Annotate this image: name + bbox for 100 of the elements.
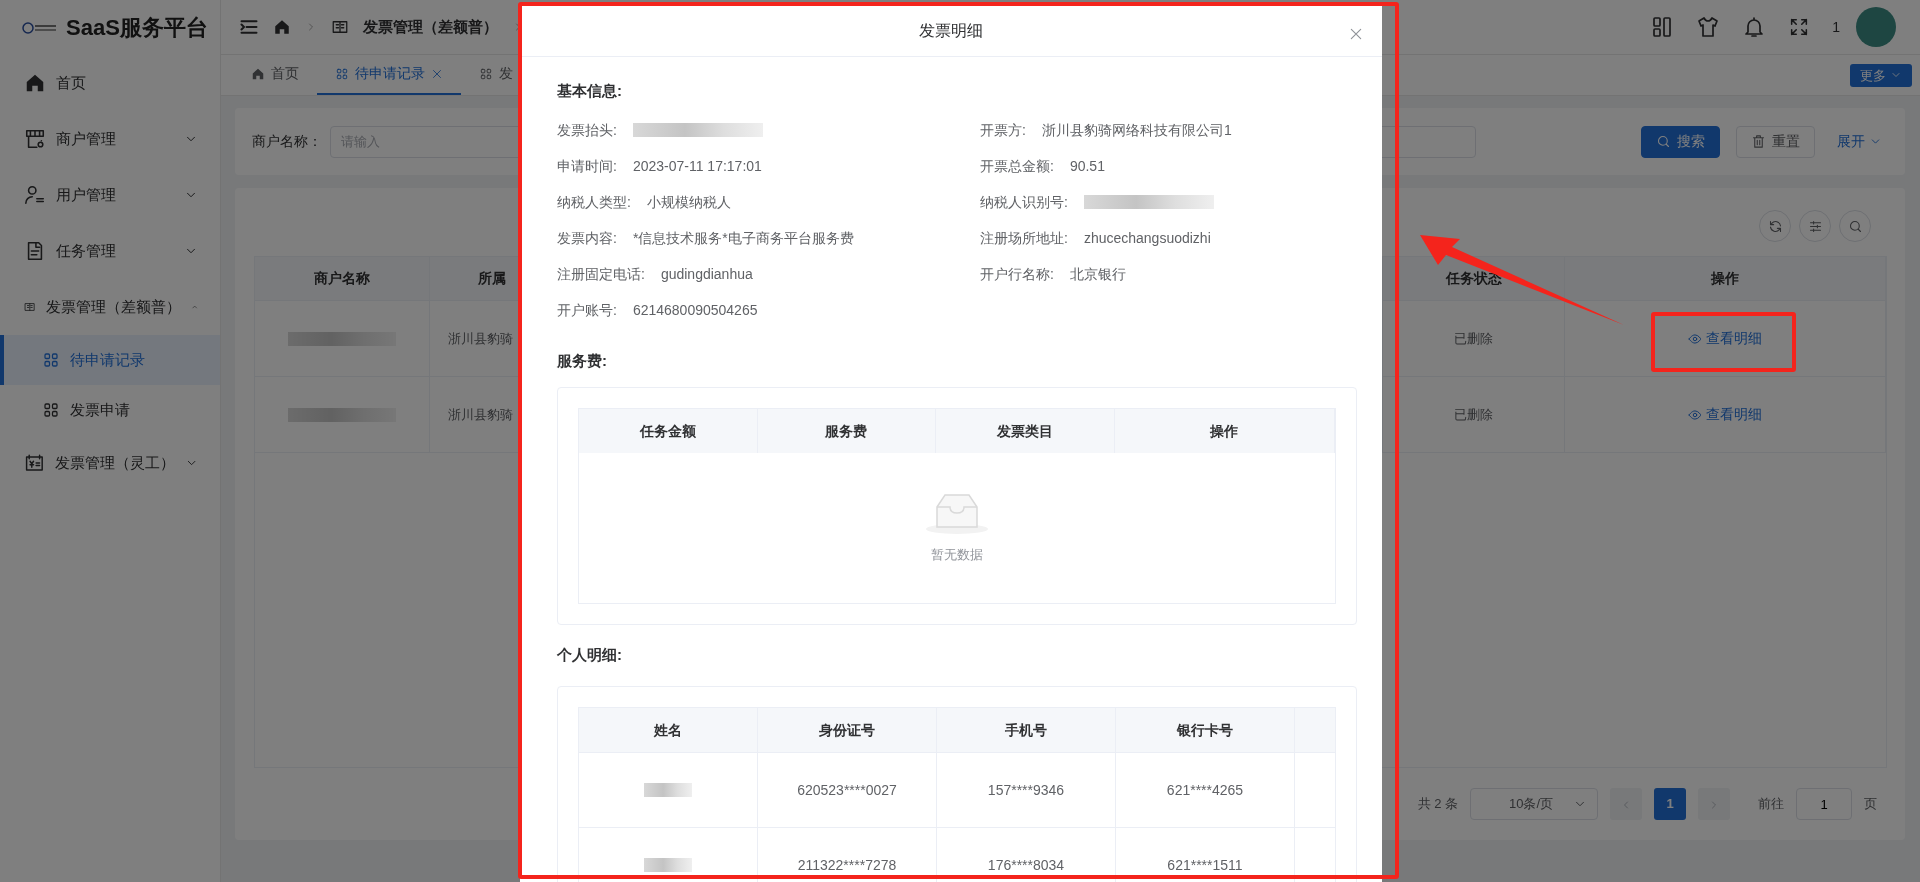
sidebar-item[interactable]: 任务管理 (0, 223, 220, 279)
table-cell-text: 已删除 (1454, 405, 1493, 424)
field-value: 90.51 (1069, 156, 1105, 176)
field-value: 2023-07-11 17:17:01 (632, 156, 762, 176)
field-label: 开户行名称: (980, 264, 1054, 284)
page-suffix: 页 (1864, 795, 1877, 814)
home-icon (24, 72, 46, 94)
user-icon (24, 184, 46, 206)
search-icon (1656, 134, 1671, 149)
shirt-icon[interactable] (1696, 15, 1721, 39)
section-heading: 基本信息: (557, 81, 623, 101)
sidebar-item[interactable]: 首页 (0, 55, 220, 111)
table-cell-text: 浙川县豹骑 (448, 405, 513, 424)
search-icon (1847, 218, 1863, 234)
field-label: 发票内容: (557, 228, 617, 248)
search-button[interactable] (1839, 210, 1871, 242)
table-cell-text: 已删除 (1454, 329, 1493, 348)
field-label: 注册场所地址: (980, 228, 1068, 248)
column-header: 服务费 (825, 421, 868, 441)
field-label: 开户账号: (557, 300, 617, 320)
table-cell-text: 176****8034 (987, 855, 1065, 875)
tab[interactable]: 发 (461, 54, 531, 95)
field-value: 浙川县豹骑网络科技有限公司1 (1041, 120, 1232, 140)
dialog-title: 发票明细 (919, 20, 983, 41)
grid-icon (42, 351, 60, 369)
field-label: 纳税人识别号: (980, 192, 1068, 212)
sidebar-item[interactable]: 发票管理（差额普） (0, 279, 220, 335)
close-icon[interactable] (431, 67, 443, 80)
invoice-icon (331, 18, 349, 36)
field-label: 发票抬头: (557, 120, 617, 140)
column-header: 操作 (1711, 269, 1739, 288)
total-count: 共 2 条 (1417, 795, 1458, 814)
view-details-link[interactable]: 查看明细 (1688, 404, 1762, 425)
column-header: 任务金额 (639, 421, 696, 441)
trash-icon (1751, 134, 1766, 149)
sidebar-item[interactable]: 用户管理 (0, 167, 220, 223)
empty-message: 暂无数据 (931, 546, 983, 565)
field-value: *信息技术服务*电子商务平台服务费 (632, 228, 854, 248)
redacted-block (644, 858, 692, 872)
field-value: gudingdianhua (660, 264, 753, 284)
grid-icon (335, 66, 349, 81)
field-label: 开票总金额: (980, 156, 1054, 176)
field-label: 开票方: (980, 120, 1026, 140)
column-header: 姓名 (654, 720, 682, 740)
search-button[interactable]: 搜索 (1641, 125, 1720, 158)
column-header: 商户名称 (314, 269, 370, 288)
goto-label: 前往 (1758, 795, 1784, 814)
sidebar-item[interactable]: 商户管理 (0, 111, 220, 167)
field-label: 注册固定电话: (557, 264, 645, 284)
sidebar-subitem[interactable]: 待申请记录 (0, 335, 220, 385)
sidebar-item[interactable]: 发票管理（灵工） (0, 435, 220, 491)
empty-inbox-icon (925, 491, 989, 536)
expand-link[interactable]: 展开 (1831, 130, 1888, 153)
redacted-block (644, 783, 692, 797)
page-button[interactable]: 1 (1654, 788, 1686, 820)
avatar[interactable] (1856, 7, 1896, 47)
brand-title: SaaS服务平台 (66, 14, 208, 42)
eye-icon (1688, 407, 1702, 422)
breadcrumb-item[interactable]: 发票管理（差额普） (363, 15, 498, 39)
table-cell-text: 211322****7278 (797, 855, 897, 875)
settings-button[interactable] (1799, 210, 1831, 242)
field-value: 小规模纳税人 (646, 192, 731, 212)
table-cell-text: 621****4265 (1166, 780, 1244, 800)
field-value: zhucechangsuodizhi (1083, 228, 1211, 248)
table-cell-text: 621****1511 (1167, 855, 1243, 875)
sidebar-subitem[interactable]: 发票申请 (0, 385, 220, 435)
user-name: 1 (1832, 17, 1840, 37)
section-heading: 个人明细: (557, 645, 623, 665)
settings-icon (1807, 218, 1823, 234)
table-cell-text: 157****9346 (987, 780, 1065, 800)
store-icon (24, 128, 46, 150)
field-label: 纳税人类型: (557, 192, 631, 212)
reset-button[interactable]: 重置 (1736, 125, 1815, 158)
home-icon[interactable] (273, 18, 291, 36)
home-icon (251, 66, 265, 81)
view-details-link[interactable]: 查看明细 (1688, 328, 1762, 349)
column-header: 操作 (1210, 421, 1239, 441)
grid-icon (42, 401, 60, 419)
column-header: 身份证号 (819, 720, 875, 740)
column-header: 手机号 (1005, 720, 1047, 740)
table-cell-text: 620523****0027 (797, 780, 897, 800)
column-header: 所属 (478, 269, 506, 288)
company-logo (22, 21, 58, 34)
tab[interactable]: 首页 (233, 54, 317, 95)
column-header: 银行卡号 (1177, 720, 1233, 740)
field-label: 申请时间: (557, 156, 617, 176)
table-cell-text: 浙川县豹骑 (448, 329, 513, 348)
field-value: 6214680090504265 (632, 300, 758, 320)
page-number-field[interactable]: 1 (1796, 788, 1852, 820)
section-heading: 服务费: (557, 351, 608, 371)
column-header: 发票类目 (996, 421, 1053, 441)
field-value: 北京银行 (1069, 264, 1126, 284)
more-button[interactable]: 更多 (1850, 63, 1912, 87)
menu-icon[interactable] (239, 17, 259, 37)
refresh-button[interactable] (1759, 210, 1791, 242)
page-size-select[interactable]: 10条/页 (1470, 788, 1598, 820)
field-label: 商户名称： (252, 132, 322, 151)
refresh-icon (1767, 218, 1783, 234)
grid-icon (479, 66, 493, 81)
eye-icon (1688, 331, 1702, 346)
